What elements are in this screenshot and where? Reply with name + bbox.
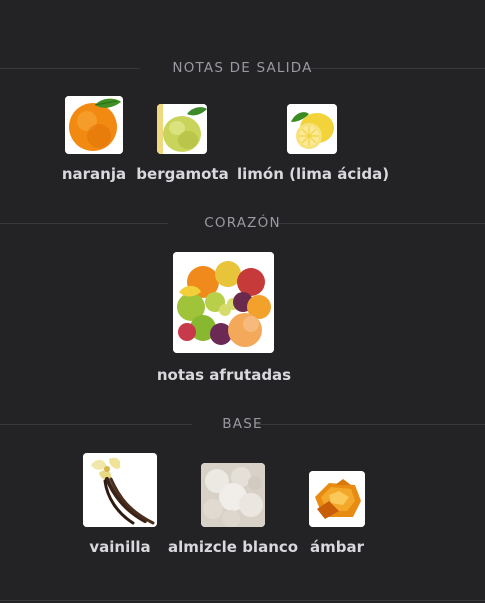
heart-notes-title: CORAZÓN: [204, 215, 281, 231]
lemon-icon: [287, 104, 337, 154]
note-label: almizcle blanco: [168, 538, 299, 556]
amber-icon: [309, 471, 365, 527]
top-notes-header: NOTAS DE SALIDA: [0, 58, 485, 78]
fragrance-notes-pyramid: NOTAS DE SALIDA naranja bergamota limón …: [0, 0, 485, 603]
top-notes-title: NOTAS DE SALIDA: [172, 60, 313, 76]
note-label: limón (lima ácida): [237, 165, 390, 183]
mixed-fruits-icon: [173, 252, 274, 353]
note-label: ámbar: [309, 538, 364, 556]
base-notes-title: BASE: [222, 416, 263, 432]
note-label: vainilla: [89, 538, 151, 556]
note-label: notas afrutadas: [156, 366, 292, 384]
heart-notes-header: CORAZÓN: [0, 213, 485, 233]
base-notes-header: BASE: [0, 414, 485, 434]
bergamot-icon: [157, 104, 207, 154]
white-musk-icon: [201, 463, 265, 527]
note-label: bergamota: [136, 165, 229, 183]
divider-line: [0, 600, 485, 601]
vanilla-icon: [83, 453, 157, 527]
note-label: naranja: [61, 165, 127, 183]
orange-icon: [65, 96, 123, 154]
